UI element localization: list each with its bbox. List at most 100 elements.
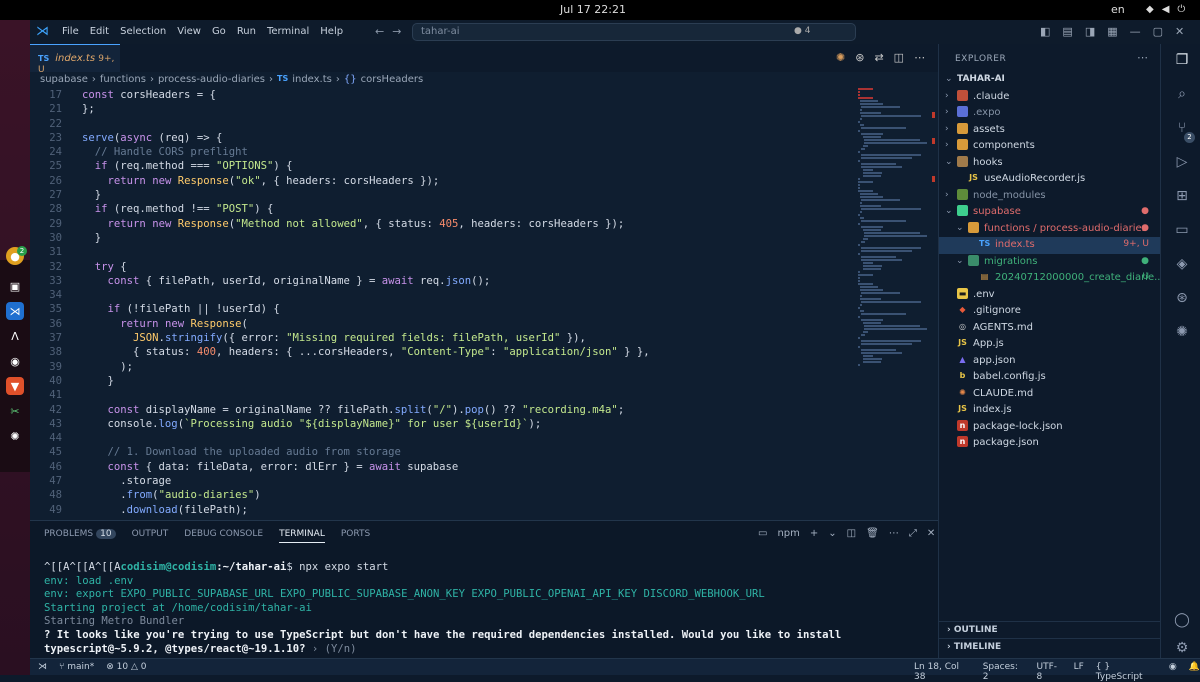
code-line[interactable]: serve(async (req) => { — [82, 131, 650, 145]
tree-file[interactable]: ◆ .gitignore — [939, 303, 1161, 320]
problems-indicator[interactable]: ⊗ 10 △ 0 — [106, 662, 146, 672]
code-line[interactable]: if (req.method === "OPTIONS") { — [82, 159, 650, 173]
forward-arrow-icon[interactable]: → — [392, 25, 409, 38]
cursor-position[interactable]: Ln 18, Col 38 — [914, 662, 971, 682]
code-line[interactable] — [82, 431, 650, 445]
new-terminal-icon[interactable]: + — [810, 528, 818, 539]
run-debug-icon[interactable]: ▷ — [1173, 154, 1191, 172]
tree-folder[interactable]: ⌄ supabase ● — [939, 204, 1161, 221]
code-line[interactable]: JSON.stringify({ error: "Missing require… — [82, 331, 650, 345]
code-line[interactable]: const displayName = originalName ?? file… — [82, 403, 650, 417]
menu-edit[interactable]: Edit — [90, 26, 109, 37]
code-line[interactable] — [82, 117, 650, 131]
tab-index-ts[interactable]: TS index.ts 9+, U — [30, 44, 120, 75]
code-line[interactable]: if (req.method !== "POST") { — [82, 202, 650, 216]
more-icon[interactable]: ⋯ — [889, 528, 899, 539]
terminal-name[interactable]: npm — [777, 528, 799, 539]
breadcrumb-supabase[interactable]: supabase — [40, 74, 88, 85]
language-mode[interactable]: { } TypeScript — [1096, 662, 1157, 682]
maximize-panel-icon[interactable]: ⤢ — [909, 528, 917, 539]
tree-folder[interactable]: › .claude — [939, 89, 1161, 106]
layout-custom-icon[interactable]: ▦ — [1107, 25, 1117, 38]
tree-file[interactable]: b babel.config.js — [939, 369, 1161, 386]
trash-icon[interactable]: 🗑 — [866, 528, 879, 539]
minimap[interactable] — [858, 88, 928, 366]
vscode-dock-icon[interactable]: ⋊ — [6, 302, 24, 320]
remote-icon[interactable]: ⋊ — [38, 662, 47, 672]
tab-ports[interactable]: PORTS — [341, 529, 370, 543]
tree-file[interactable]: ▲ app.json — [939, 353, 1161, 370]
tree-folder[interactable]: › .expo — [939, 105, 1161, 122]
tree-file[interactable]: JS useAudioRecorder.js — [939, 171, 1161, 188]
notifications-icon[interactable]: 🔔 — [1189, 662, 1200, 682]
system-clock[interactable]: Jul 17 22:21 — [560, 3, 626, 16]
explorer-icon[interactable]: ❐ — [1173, 52, 1191, 70]
tab-output[interactable]: OUTPUT — [132, 529, 169, 543]
close-icon[interactable]: ✕ — [1175, 25, 1184, 38]
tree-file[interactable]: ◎ AGENTS.md — [939, 320, 1161, 337]
arch-icon[interactable]: Λ — [6, 327, 24, 345]
close-panel-icon[interactable]: ✕ — [927, 528, 935, 539]
code-line[interactable]: } — [82, 231, 650, 245]
tree-file[interactable]: ▬ .env — [939, 287, 1161, 304]
code-line[interactable]: if (!filePath || !userId) { — [82, 302, 650, 316]
input-language[interactable]: en — [1111, 3, 1125, 16]
breadcrumb-file[interactable]: index.ts — [292, 74, 332, 85]
python-icon[interactable]: ◈ — [1173, 256, 1191, 274]
code-editor[interactable]: 17 21 22 23 24 25 26 27 28 29 30 31 32 33 34 35 36 37 38 39… — [30, 86, 938, 518]
tree-folder[interactable]: › components — [939, 138, 1161, 155]
code-line[interactable]: console.log(`Processing audio "${display… — [82, 417, 650, 431]
mongodb-icon[interactable]: ◉ — [6, 352, 24, 370]
code-line[interactable]: .from("audio-diaries") — [82, 488, 650, 502]
breadcrumb-symbol[interactable]: corsHeaders — [361, 74, 424, 85]
nav-arrows[interactable]: ←→ — [375, 25, 409, 38]
tree-folder[interactable]: ⌄ migrations ● — [939, 254, 1161, 271]
tree-file[interactable]: n package-lock.json — [939, 419, 1161, 436]
account-icon[interactable]: ◯ — [1173, 612, 1191, 630]
tree-folder[interactable]: › assets — [939, 122, 1161, 139]
terminal-output[interactable]: ^[[A^[[A^[[Acodisim@codisim:~/tahar-ai$ … — [44, 561, 841, 656]
chevron-down-icon[interactable]: ⌄ — [828, 528, 836, 539]
menu-run[interactable]: Run — [237, 26, 256, 37]
code-line[interactable]: const { data: fileData, error: dlErr } =… — [82, 460, 650, 474]
code-line[interactable]: ); — [82, 360, 650, 374]
sidebar-toggle-icon[interactable]: ◨ — [1085, 25, 1095, 38]
settings-icon[interactable]: ✺ — [6, 427, 24, 445]
menu-selection[interactable]: Selection — [120, 26, 166, 37]
code-line[interactable]: return new Response("Method not allowed"… — [82, 217, 650, 231]
line-ending[interactable]: LF — [1074, 662, 1084, 682]
outline-section[interactable]: › OUTLINE — [939, 621, 1161, 638]
search-icon[interactable]: ⌕ — [1173, 86, 1191, 104]
tree-file[interactable]: JS App.js — [939, 336, 1161, 353]
files-icon[interactable]: ▣ — [6, 277, 24, 295]
claude-icon[interactable]: ✺ — [1173, 324, 1191, 342]
menu-go[interactable]: Go — [212, 26, 226, 37]
code-line[interactable]: return new Response( — [82, 317, 650, 331]
split-terminal-icon[interactable]: ◫ — [847, 528, 856, 539]
code-line[interactable]: { status: 400, headers: { ...corsHeaders… — [82, 345, 650, 359]
encoding[interactable]: UTF-8 — [1037, 662, 1062, 682]
gitkraken-icon[interactable]: ✂ — [6, 402, 24, 420]
claude-icon[interactable]: ✺ — [836, 51, 845, 64]
code-line[interactable] — [82, 288, 650, 302]
menu-help[interactable]: Help — [320, 26, 343, 37]
breadcrumb-functions[interactable]: functions — [100, 74, 146, 85]
openai-icon[interactable]: ⊛ — [855, 51, 864, 64]
code-line[interactable] — [82, 245, 650, 259]
brave-icon[interactable]: ▼ — [6, 377, 24, 395]
panel-toggle-icon[interactable]: ▤ — [1062, 25, 1072, 38]
code-line[interactable]: // 1. Download the uploaded audio from s… — [82, 445, 650, 459]
remote-explorer-icon[interactable]: ▭ — [1173, 222, 1191, 240]
breadcrumb-process-audio[interactable]: process-audio-diaries — [158, 74, 265, 85]
minimize-icon[interactable]: — — [1130, 25, 1141, 38]
split-editor-icon[interactable]: ◫ — [894, 51, 904, 64]
code-line[interactable]: // Handle CORS preflight — [82, 145, 650, 159]
more-icon[interactable]: ⋯ — [1137, 51, 1148, 64]
menu-view[interactable]: View — [177, 26, 201, 37]
tree-file[interactable]: ▤ 20240712000000_create_diarie... U — [939, 270, 1164, 287]
code-line[interactable]: try { — [82, 260, 650, 274]
code-line[interactable] — [82, 388, 650, 402]
copilot-icon[interactable]: ◉ — [1169, 662, 1177, 682]
command-center-search[interactable]: tahar-ai — [412, 23, 856, 41]
tree-file[interactable]: JS index.js — [939, 402, 1161, 419]
